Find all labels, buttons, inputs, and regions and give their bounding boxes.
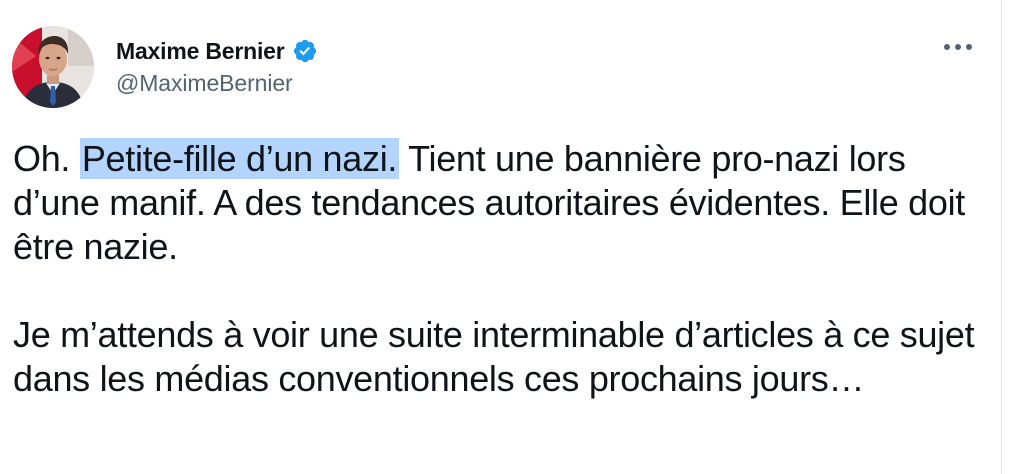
author-name-row: Maxime Bernier bbox=[116, 36, 318, 66]
author-handle[interactable]: @MaximeBernier bbox=[116, 70, 293, 97]
more-horizontal-icon bbox=[944, 44, 972, 50]
more-options-button[interactable] bbox=[938, 32, 978, 62]
avatar[interactable] bbox=[12, 26, 94, 108]
panel-border bbox=[1001, 0, 1002, 474]
verified-badge-icon bbox=[292, 38, 318, 64]
tweet: Maxime Bernier @MaximeBernier Oh. Petite… bbox=[0, 0, 1000, 474]
author-display-name[interactable]: Maxime Bernier bbox=[116, 38, 285, 65]
selected-text-highlight[interactable]: Petite-fille d’un nazi. bbox=[79, 138, 400, 179]
tweet-paragraph-1: Oh. Petite-fille d’un nazi. Tient une ba… bbox=[13, 137, 988, 269]
tweet-paragraph-2: Je m’attends à voir une suite interminab… bbox=[13, 314, 975, 399]
tweet-text-prefix: Oh. bbox=[13, 138, 80, 179]
tweet-text: Oh. Petite-fille d’un nazi. Tient une ba… bbox=[13, 137, 988, 401]
